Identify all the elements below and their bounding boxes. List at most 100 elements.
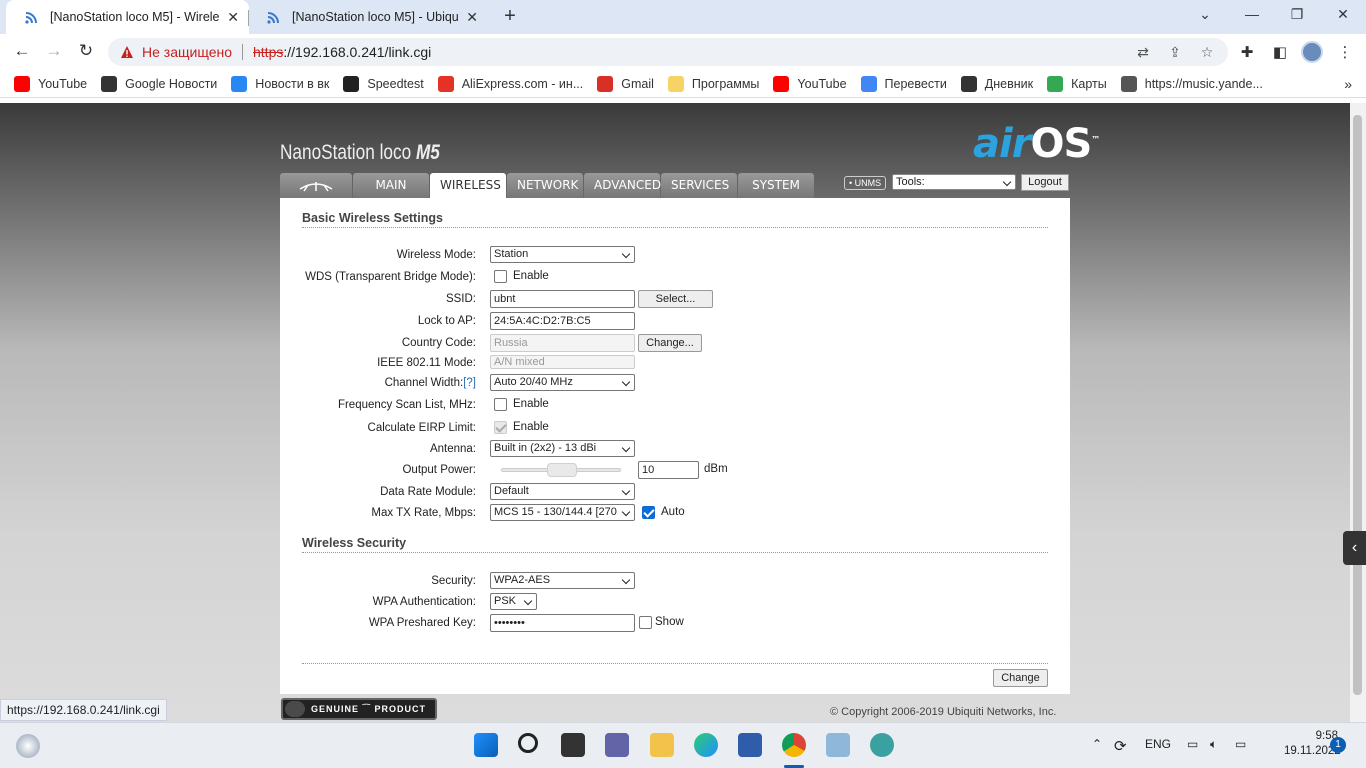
freq-scan-checkbox[interactable] <box>494 398 507 411</box>
max-tx-select[interactable]: MCS 15 - 130/144.4 [270 <box>490 504 635 521</box>
language-indicator[interactable]: ENG <box>1145 737 1171 751</box>
address-bar[interactable]: Не защищено https://192.168.0.241/link.c… <box>108 38 1228 66</box>
row-ieee: IEEE 802.11 Mode: A/N mixed <box>280 355 1060 375</box>
bookmark-label: Программы <box>691 76 760 91</box>
minimize-icon[interactable]: — <box>1240 6 1264 22</box>
bookmark-star-icon[interactable]: ☆ <box>1198 44 1216 62</box>
wpa-key-input[interactable]: •••••••• <box>490 614 635 632</box>
wds-checkbox[interactable] <box>494 270 507 283</box>
antenna-select[interactable]: Built in (2x2) - 13 dBi <box>490 440 635 457</box>
tab-search-icon[interactable]: ⌄ <box>1193 6 1217 23</box>
explorer-icon[interactable] <box>650 733 674 757</box>
wpa-key-show-checkbox[interactable] <box>639 616 652 629</box>
ssid-select-button[interactable]: Select... <box>638 290 713 308</box>
tab-network[interactable]: NETWORK <box>507 173 583 198</box>
ssid-input[interactable]: ubnt <box>490 290 635 308</box>
bookmark-item[interactable]: Дневник <box>960 75 1033 92</box>
bookmark-label: YouTube <box>38 76 88 91</box>
bookmark-item[interactable]: Карты <box>1047 75 1107 92</box>
new-tab-icon[interactable]: + <box>500 5 520 29</box>
bookmark-item[interactable]: https://music.yande... <box>1120 75 1263 92</box>
lock-ap-input[interactable]: 24:5A:4C:D2:7B:C5 <box>490 312 635 330</box>
bookmark-item[interactable]: Новости в вк <box>231 75 329 92</box>
tab-advanced[interactable]: ADVANCED <box>584 173 661 198</box>
bookmark-item[interactable]: Программы <box>667 75 760 92</box>
sync-icon[interactable]: ⟳ <box>1114 737 1127 755</box>
scrollbar-thumb[interactable] <box>1353 115 1362 695</box>
tab-ubiquiti[interactable]: [NanoStation loco M5] - Ubiquiti ✕ <box>248 0 488 34</box>
tab-main[interactable]: MAIN <box>353 173 429 198</box>
not-secure-label[interactable]: Не защищено <box>142 44 232 60</box>
back-icon[interactable]: ← <box>11 41 33 63</box>
ubnt-logo-tab[interactable] <box>280 173 352 198</box>
url-text[interactable]: https://192.168.0.241/link.cgi <box>253 44 431 60</box>
task-view-icon[interactable] <box>561 733 585 757</box>
row-data-rate: Data Rate Module: Default <box>280 483 1060 503</box>
channel-width-select[interactable]: Auto 20/40 MHz <box>490 374 635 391</box>
security-select[interactable]: WPA2-AES <box>490 572 635 589</box>
eirp-label: Calculate EIRP Limit: <box>367 422 476 434</box>
app-icon[interactable] <box>826 733 850 757</box>
bookmark-item[interactable]: Gmail <box>597 75 654 92</box>
extensions-icon[interactable]: ✚ <box>1238 43 1256 61</box>
chat-icon[interactable] <box>605 733 629 757</box>
reload-icon[interactable]: ↻ <box>75 41 97 63</box>
wifi-icon <box>25 12 37 24</box>
maps-icon <box>1047 75 1064 92</box>
search-icon[interactable] <box>518 733 538 753</box>
wireless-mode-select[interactable]: Station <box>490 246 635 263</box>
tab-system[interactable]: SYSTEM <box>738 173 814 198</box>
app2-icon[interactable] <box>870 733 894 757</box>
channel-width-help-link[interactable]: [?] <box>463 377 476 389</box>
bookmark-item[interactable]: Перевести <box>860 75 947 92</box>
wpa-auth-select[interactable]: PSK <box>490 593 537 610</box>
tab-services[interactable]: SERVICES <box>661 173 737 198</box>
country-change-button[interactable]: Change... <box>638 334 702 352</box>
tray-overflow-icon[interactable]: ⌃ <box>1092 737 1102 751</box>
data-rate-select[interactable]: Default <box>490 483 635 500</box>
chrome-icon[interactable] <box>782 733 806 757</box>
bookmark-item[interactable]: YouTube <box>773 75 847 92</box>
logout-button[interactable]: Logout <box>1021 174 1069 191</box>
row-eirp: Calculate EIRP Limit: Enable <box>280 419 1060 439</box>
output-power-slider-handle[interactable] <box>547 463 577 477</box>
youtube-icon <box>773 75 790 92</box>
network-icon[interactable]: ▭ <box>1187 737 1198 751</box>
widgets-icon[interactable] <box>16 734 40 758</box>
bookmark-item[interactable]: Speedtest <box>343 75 424 92</box>
close-window-icon[interactable]: ✕ <box>1331 6 1355 23</box>
battery-icon[interactable]: ▭ <box>1235 737 1246 751</box>
bookmark-item[interactable]: Google Новости <box>101 75 217 92</box>
notification-badge[interactable]: 1 <box>1330 737 1346 753</box>
translate-icon[interactable]: ⇄ <box>1134 44 1152 62</box>
change-button[interactable]: Change <box>993 669 1048 687</box>
share-icon[interactable]: ⇪ <box>1166 44 1184 62</box>
store-icon[interactable] <box>738 733 762 757</box>
side-panel-icon[interactable]: ◧ <box>1271 43 1289 61</box>
menu-icon[interactable]: ⋮ <box>1336 43 1354 61</box>
start-icon[interactable] <box>474 733 498 757</box>
bookmarks-more-icon[interactable]: » <box>1344 76 1352 92</box>
close-tab-icon[interactable]: ✕ <box>466 9 478 26</box>
page-scrollbar[interactable] <box>1350 103 1366 722</box>
output-power-input[interactable]: 10 <box>638 461 699 479</box>
edge-icon[interactable] <box>694 733 718 757</box>
tools-select[interactable]: Tools: <box>892 174 1016 190</box>
tab-wireless-settings[interactable]: WIRELESS <box>430 173 506 198</box>
tab-wireless[interactable]: [NanoStation loco M5] - Wireless ✕ <box>6 0 249 34</box>
side-panel-toggle-icon[interactable]: ‹ <box>1343 531 1366 565</box>
maximize-icon[interactable]: ❐ <box>1285 6 1309 23</box>
max-tx-auto-checkbox[interactable] <box>642 506 655 519</box>
bookmark-item[interactable]: AliExpress.com - ин... <box>437 75 583 92</box>
unms-badge[interactable]: • UNMS <box>844 176 887 190</box>
volume-icon[interactable]: 🔈︎ <box>1210 737 1217 752</box>
forward-icon[interactable]: → <box>43 41 65 63</box>
aliexpress-icon <box>437 75 454 92</box>
close-tab-icon[interactable]: ✕ <box>227 9 239 26</box>
bookmark-item[interactable]: YouTube <box>14 75 88 92</box>
output-power-slider[interactable] <box>501 463 621 477</box>
bookmark-label: https://music.yande... <box>1144 76 1263 91</box>
copyright-text: © Copyright 2006-2019 Ubiquiti Networks,… <box>830 706 1057 718</box>
profile-avatar[interactable] <box>1301 41 1323 63</box>
speedtest-icon <box>343 75 360 92</box>
